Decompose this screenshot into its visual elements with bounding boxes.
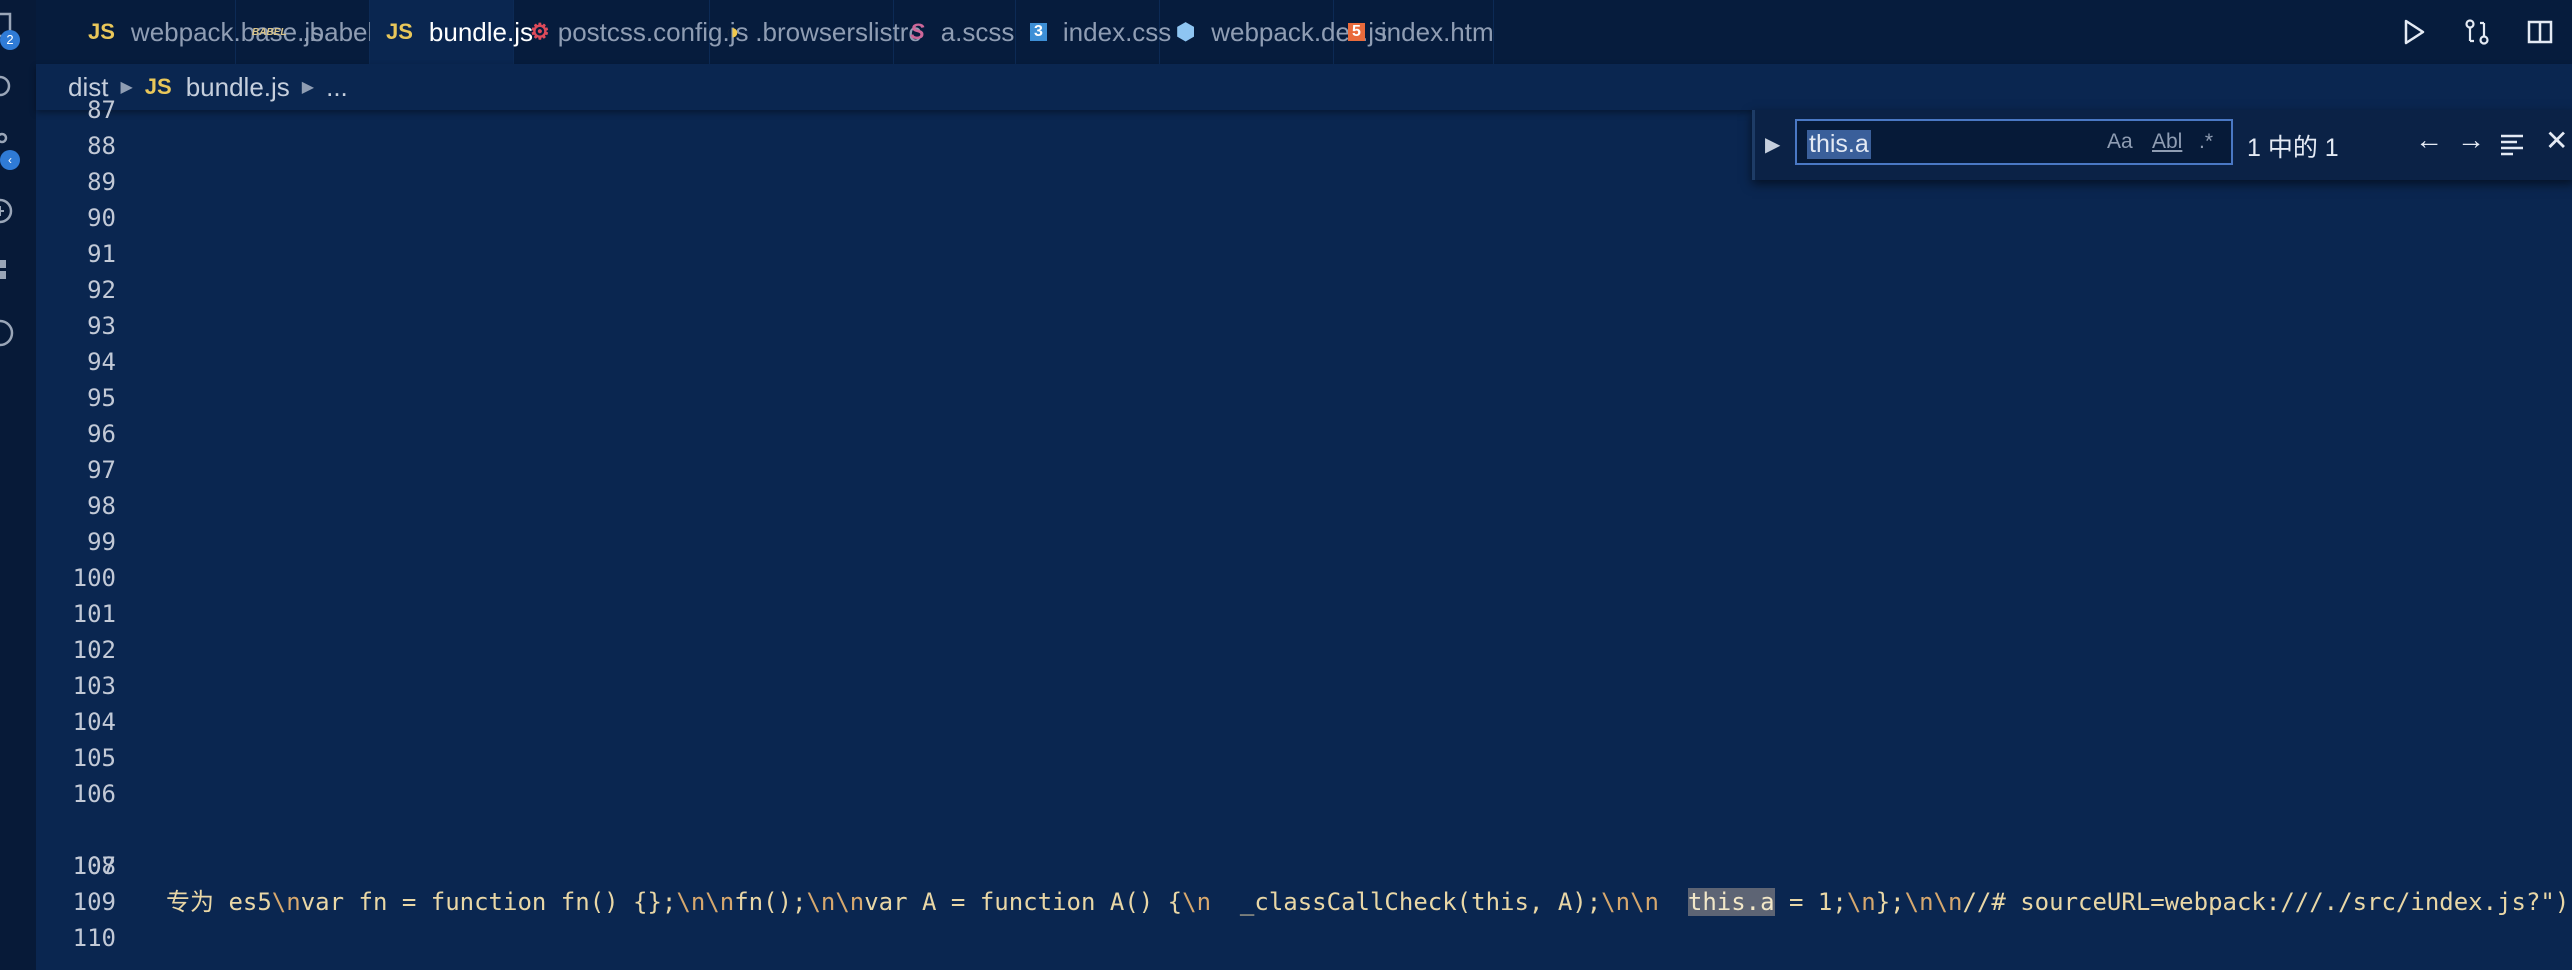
tab-webpack-dev[interactable]: ⬢ webpack.dev.js [1160,0,1387,64]
tab-index-html[interactable]: 5 index.htm [1334,0,1494,64]
line-number: 103 [72,672,116,700]
sass-file-icon: S [910,19,925,44]
tab-label: index.css [1062,16,1172,47]
remote-icon[interactable] [0,318,30,348]
extensions-icon[interactable] [0,256,30,286]
line-number: 106 [72,780,116,808]
match-case-icon[interactable]: Aa [2107,130,2133,154]
code-line: 95 [36,380,2572,416]
code-line: 105 [36,740,2572,776]
find-input-value[interactable]: this.a [1807,130,1871,159]
javascript-file-icon: JS [386,19,413,44]
tab-bar: JS webpack.base.js BABEL .babelrc JS bun… [36,0,2572,64]
line-number: 93 [87,312,116,340]
code-line: 98 [36,488,2572,524]
line-number: 88 [87,132,116,160]
code-line: 101 [36,596,2572,632]
line-number: 96 [87,420,116,448]
code-line: 96 [36,416,2572,452]
close-icon[interactable]: ✕ [2545,124,2568,157]
css-file-icon: 3 [1030,23,1047,41]
line-number: 89 [87,168,116,196]
line-number: 104 [72,708,116,736]
tab-index-css[interactable]: 3 index.css [1016,0,1171,64]
code-line: 103 [36,668,2572,704]
code-line: 92 [36,272,2572,308]
split-editor-icon[interactable] [2525,17,2555,47]
code-line: 102 [36,632,2572,668]
html-file-icon: 5 [1348,23,1365,41]
previous-match-arrow-icon[interactable]: ← [2415,124,2443,156]
use-regex-icon[interactable]: .* [2199,130,2213,154]
code-line: 90 [36,200,2572,236]
code-line: 97 [36,452,2572,488]
tab-babelrc[interactable]: BABEL .babelrc [236,0,395,64]
toggle-replace-chevron-icon[interactable]: ▶ [1765,132,1780,157]
tab-browserslistrc[interactable]: ◑ .browserslistrc [710,0,921,64]
line-number: 95 [87,384,116,412]
line-number: 102 [72,636,116,664]
run-icon[interactable] [2399,17,2429,47]
explorer-badge: 2 [0,30,20,50]
line-number: 110 [72,924,116,952]
editor-actions [2382,0,2572,64]
code-line: 100 [36,560,2572,596]
babel-file-icon: BABEL [252,26,287,38]
postcss-file-icon: ⚙ [530,19,550,44]
tab-label: index.htm [1380,16,1494,47]
code-line: 110 [36,920,2572,956]
debug-icon[interactable] [0,196,30,226]
line-number: 98 [87,492,116,520]
browserslist-file-icon: ◑ [726,19,740,44]
line-number: 91 [87,240,116,268]
tab-webpack-base[interactable]: JS webpack.base.js [36,0,323,64]
tab-label: a.scss [940,16,1015,47]
line-number: 109 [72,888,116,916]
activity-bar: 2 ‹ [0,0,36,970]
code-line-106: 107 专为 es5\nvar fn = function fn() {};\n… [36,812,2572,916]
line-number: 87 [87,96,116,124]
javascript-file-icon: JS [88,19,115,44]
code-editor[interactable]: 87 88 89 90 91 92 93 94 95 96 97 98 99 1… [36,96,2572,970]
code-line: 106 [36,776,2572,812]
line-number: 90 [87,204,116,232]
match-count: 1 中的 1 [2247,134,2339,162]
search-icon[interactable] [0,72,30,102]
find-in-selection-icon[interactable] [2499,132,2525,158]
line-number: 105 [72,744,116,772]
line-number: 92 [87,276,116,304]
tab-bundle[interactable]: JS bundle.js [370,0,533,64]
code-line: 93 [36,308,2572,344]
compare-changes-icon[interactable] [2462,17,2492,47]
code-line: 104 [36,704,2572,740]
find-widget: ▶ this.a Aa Abl .* 1 中的 1 ← → ✕ [1752,110,2572,180]
code-line: 109 [36,884,2572,920]
code-line: 108 [36,848,2572,884]
code-line: 91 [36,236,2572,272]
source-control-badge: ‹ [0,150,20,170]
tab-a-scss[interactable]: S a.scss [894,0,1016,64]
line-number: 99 [87,528,116,556]
webpack-file-icon: ⬢ [1176,19,1196,44]
line-number: 101 [72,600,116,628]
code-line: 99 [36,524,2572,560]
line-number: 100 [72,564,116,592]
line-number: 94 [87,348,116,376]
code-line: 94 [36,344,2572,380]
line-number: 97 [87,456,116,484]
tab-postcss-config[interactable]: ⚙ postcss.config.js [514,0,748,64]
find-input[interactable]: this.a Aa Abl .* [1795,119,2233,165]
next-match-arrow-icon[interactable]: → [2457,124,2485,156]
match-whole-word-icon[interactable]: Abl [2152,130,2182,154]
line-number: 108 [72,852,116,880]
